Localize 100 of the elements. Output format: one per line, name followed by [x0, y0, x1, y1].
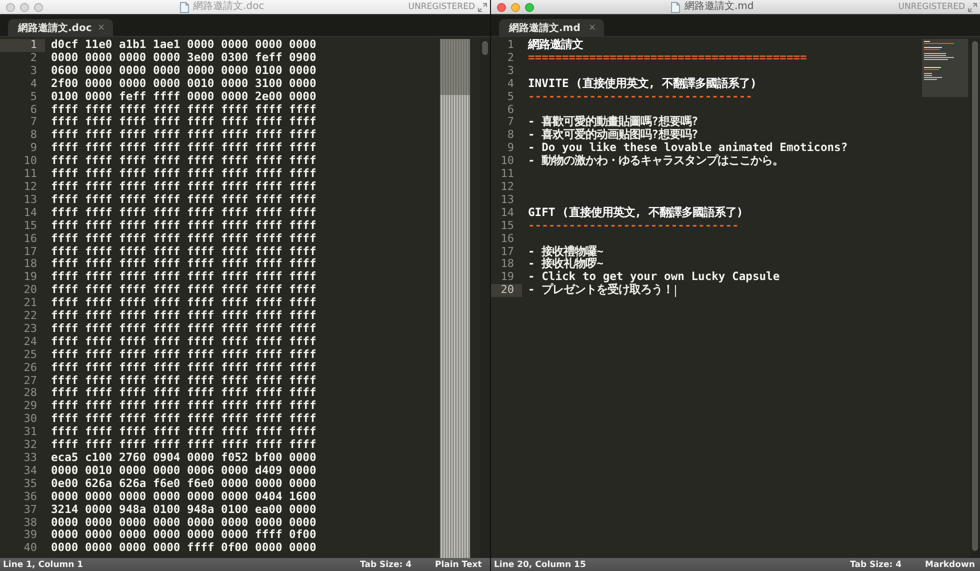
- line-number: 40: [22, 542, 38, 556]
- line-number: 2: [506, 52, 515, 65]
- line-number: 8: [29, 129, 38, 142]
- text-cursor: [674, 284, 676, 297]
- line-number: 5: [506, 90, 515, 104]
- line-number: 10: [500, 155, 515, 168]
- code-line: ffff ffff ffff ffff ffff ffff ffff ffff: [51, 387, 316, 400]
- code-line: ffff ffff ffff ffff ffff ffff ffff ffff: [51, 374, 316, 387]
- code-line: ffff ffff ffff ffff ffff ffff ffff ffff: [51, 104, 316, 116]
- line-number: 22: [22, 310, 38, 323]
- code-line: - Click to get your own Lucky Capsule: [528, 271, 780, 284]
- code-line: 0000 0000 0000 0000 0000 0000 0404 1600: [51, 490, 316, 504]
- scroll-thumb[interactable]: [972, 41, 978, 551]
- line-number: 18: [500, 258, 515, 272]
- code-line: ffff ffff ffff ffff ffff ffff ffff ffff: [51, 246, 316, 258]
- code-line: ffff ffff ffff ffff ffff ffff ffff ffff: [51, 336, 316, 349]
- tab-size-setting[interactable]: Tab Size: 4: [850, 560, 925, 570]
- code-line: - 接收礼物啰~: [528, 258, 604, 270]
- minimap-drawing[interactable]: [440, 39, 470, 558]
- document-icon: [671, 2, 680, 12]
- code-line: ffff ffff ffff ffff ffff ffff ffff ffff: [51, 362, 316, 375]
- close-tab-button[interactable]: ×: [97, 22, 105, 32]
- underline-markup: ---------------------------------: [528, 90, 752, 104]
- code-line: ffff ffff ffff ffff ffff ffff ffff ffff: [51, 284, 316, 297]
- scroll-thumb[interactable]: [482, 41, 488, 55]
- line-number: 27: [22, 374, 38, 388]
- code-line: ffff ffff ffff ffff ffff ffff ffff ffff: [51, 426, 316, 439]
- line-number: 6: [29, 104, 38, 116]
- line-number: 12: [22, 180, 38, 194]
- tab-size-setting[interactable]: Tab Size: 4: [360, 560, 435, 570]
- code-line: ffff ffff ffff ffff ffff ffff ffff ffff: [51, 400, 316, 413]
- line-number: 38: [22, 516, 38, 530]
- document-icon: [180, 2, 190, 12]
- line-number: 37: [22, 504, 38, 517]
- code-line: eca5 c100 2760 0904 0000 f052 bf00 0000: [51, 452, 316, 465]
- code-line: ffff ffff ffff ffff ffff ffff ffff ffff: [51, 232, 316, 246]
- line-number: 10: [22, 155, 38, 168]
- code-line: 2f00 0000 0000 0000 0010 0000 3100 0000: [51, 78, 316, 91]
- line-number: 16: [500, 232, 515, 246]
- code-line: ffff ffff ffff ffff ffff ffff ffff ffff: [51, 258, 316, 271]
- code-line: ffff ffff ffff ffff ffff ffff ffff ffff: [51, 297, 316, 310]
- code-line: 0000 0000 0000 0000 0000 0000 0000 0000: [51, 516, 316, 529]
- syntax-setting[interactable]: Plain Text: [435, 560, 490, 570]
- code-line: 0000 0010 0000 0000 0006 0000 d409 0000: [51, 464, 316, 478]
- code-line: ffff ffff ffff ffff ffff ffff ffff ffff: [51, 168, 316, 181]
- code-line: 0e00 626a 626a f6e0 f6e0 0000 0000 0000: [51, 478, 316, 491]
- zoom-button[interactable]: [525, 2, 534, 12]
- code-line: ffff ffff ffff ffff ffff ffff ffff ffff: [51, 206, 316, 220]
- line-number: 11: [22, 168, 38, 181]
- line-number: 14: [22, 206, 38, 220]
- close-tab-button[interactable]: ×: [588, 22, 596, 32]
- file-tab[interactable]: 網路邀請文.md ×: [499, 19, 604, 36]
- code-line: ffff ffff ffff ffff ffff ffff ffff ffff: [51, 322, 316, 336]
- unregistered-label: UNREGISTERED: [898, 2, 965, 12]
- fullscreen-icon[interactable]: [968, 2, 977, 12]
- file-tab[interactable]: 網路邀請文.doc ×: [8, 19, 113, 36]
- code-line: 0100 0000 feff ffff 0000 0000 2e00 0000: [51, 90, 316, 104]
- line-number: 4: [506, 78, 515, 91]
- code-line: - 接收禮物囉~: [528, 246, 604, 258]
- close-button[interactable]: [497, 2, 506, 12]
- code-line: ffff ffff ffff ffff ffff ffff ffff ffff: [51, 348, 316, 362]
- minimap-drawing[interactable]: [922, 39, 968, 97]
- line-number: 17: [22, 246, 38, 258]
- line-number: 15: [500, 220, 515, 233]
- code-line: ffff ffff ffff ffff ffff ffff ffff ffff: [51, 439, 316, 452]
- line-number: 19: [22, 271, 38, 284]
- line-number: 28: [22, 387, 38, 400]
- line-number: 3: [29, 64, 38, 78]
- code-line: 0000 0000 0000 0000 3e00 0300 feff 0900: [51, 52, 316, 65]
- line-number: 15: [22, 220, 38, 233]
- line-number: 13: [500, 194, 515, 207]
- line-number: 12: [500, 180, 515, 194]
- line-number: 17: [500, 246, 515, 258]
- line-number: 25: [22, 348, 38, 362]
- line-number: 9: [506, 142, 515, 156]
- minimize-button[interactable]: [511, 2, 520, 12]
- code-line: - 喜歡可愛的動畫貼圖嗎?想要嗎?: [528, 116, 698, 128]
- code-line: d0cf 11e0 a1b1 1ae1 0000 0000 0000 0000: [51, 39, 316, 52]
- code-line: - Do you like these lovable animated Emoticons?: [528, 142, 848, 154]
- line-number: 5: [29, 90, 38, 104]
- line-number: 26: [22, 362, 38, 375]
- syntax-setting[interactable]: Markdown: [925, 560, 980, 570]
- code-line: ffff ffff ffff ffff ffff ffff ffff ffff: [51, 129, 316, 142]
- line-number: 3: [506, 64, 515, 78]
- line-number: 7: [506, 116, 515, 130]
- heading-text: GIFT (直接使用英文, 不翻譯多國語系了): [528, 206, 744, 220]
- code-line: ffff ffff ffff ffff ffff ffff ffff ffff: [51, 413, 316, 426]
- line-number: 4: [29, 78, 38, 91]
- underline-markup: -------------------------------: [528, 220, 739, 233]
- line-number: 11: [500, 168, 515, 181]
- code-line: 0000 0000 0000 0000 0000 0000 ffff 0f00: [51, 529, 316, 542]
- line-number: 35: [22, 478, 38, 491]
- code-line: 0600 0000 0000 0000 0000 0000 0100 0000: [51, 64, 316, 78]
- line-number: 33: [22, 452, 38, 465]
- unregistered-label: UNREGISTERED: [408, 2, 475, 12]
- line-number: 7: [29, 116, 38, 130]
- line-number: 18: [22, 258, 38, 272]
- line-number: 20: [491, 284, 522, 298]
- code-line: - 動物の激かわ・ゆるキャラスタンプはここから。: [528, 155, 784, 168]
- line-number: 39: [22, 529, 38, 542]
